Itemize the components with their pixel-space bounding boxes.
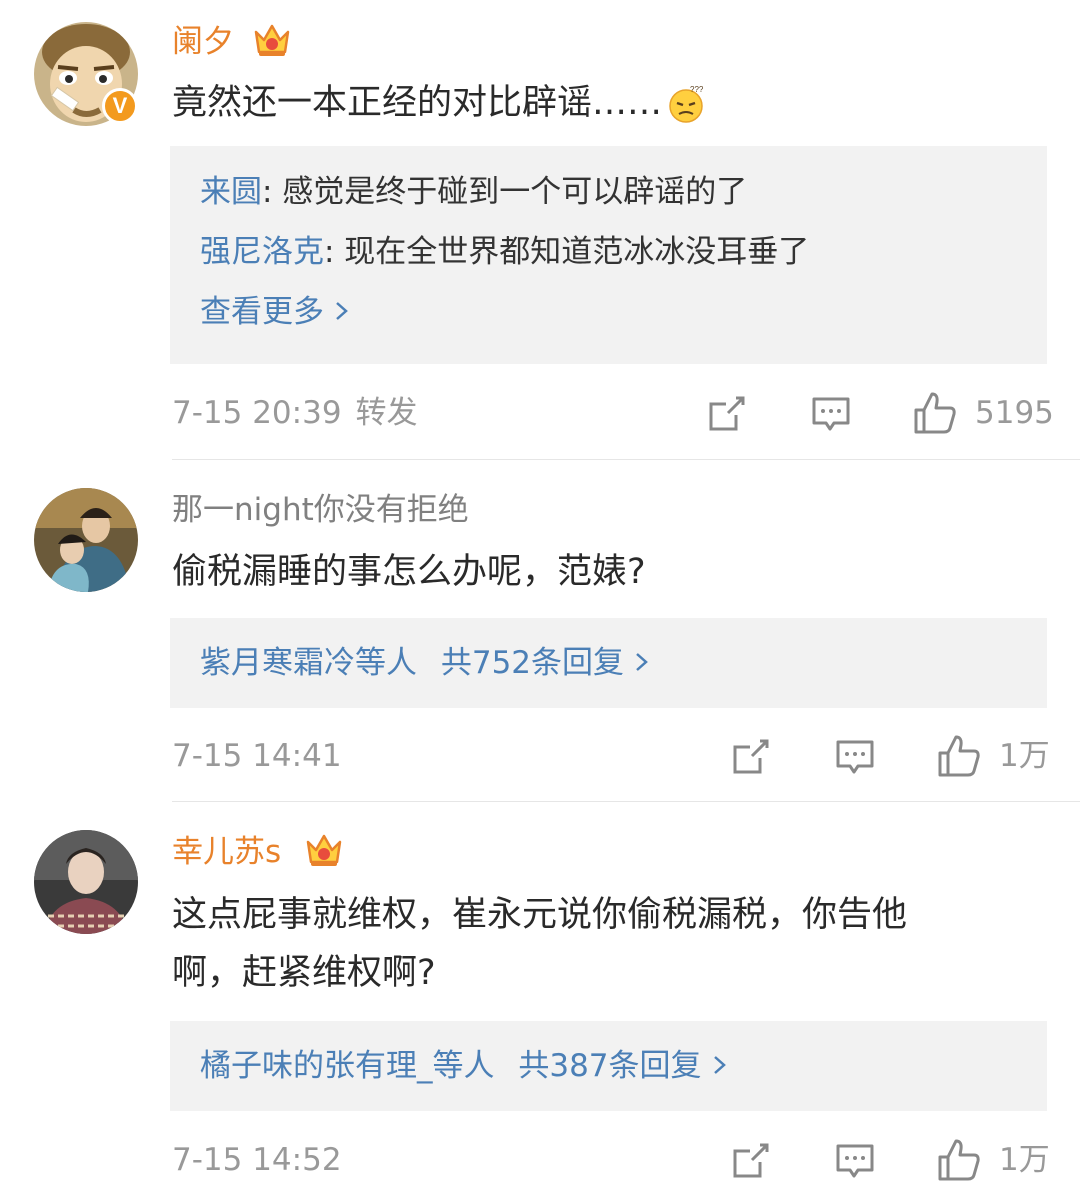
reply-summary[interactable]: 橘子味的张有理_等人 共387条回复 <box>200 1021 1047 1111</box>
view-more-label[interactable]: 查看更多 <box>200 294 324 330</box>
share-icon[interactable] <box>706 393 748 435</box>
comment-text: 偷税漏睡的事怎么办呢，范婊? <box>172 552 646 592</box>
share-icon[interactable] <box>730 736 772 778</box>
like-icon[interactable] <box>936 733 982 779</box>
timestamp: 7-15 20:39 <box>172 395 342 431</box>
reply-count[interactable]: 共752条回复 <box>441 645 624 681</box>
comment-text: 竟然还一本正经的对比辟谣…… ??? <box>172 74 1032 132</box>
comment-meta: 7-15 14:52 <box>172 1140 342 1180</box>
reply-preview[interactable]: 来圆: 感觉是终于碰到一个可以辟谣的了 强尼洛克: 现在全世界都知道范冰冰没耳垂… <box>170 146 1047 364</box>
reply-text: : 感觉是终于碰到一个可以辟谣的了 <box>262 174 748 210</box>
reply-username[interactable]: 来圆 <box>200 174 262 210</box>
like-count: 1万 <box>999 1142 1050 1178</box>
reply-username[interactable]: 强尼洛克 <box>200 234 324 270</box>
comment-item: V 阑夕 竟然还一本正经的对比辟谣…… ??? 来圆: 感觉是终于碰到一个可以辟… <box>0 0 1080 460</box>
comment-item: 那一night你没有拒绝 偷税漏睡的事怎么办呢，范婊? 紫月寒霜冷等人 共752… <box>0 460 1080 802</box>
comment-icon[interactable] <box>810 393 852 435</box>
avatar[interactable] <box>34 488 138 592</box>
like-icon[interactable] <box>912 390 958 436</box>
chevron-right-icon <box>713 1056 726 1074</box>
chevron-right-icon <box>636 653 648 671</box>
reply-text: : 现在全世界都知道范冰冰没耳垂了 <box>324 234 810 270</box>
username[interactable]: 阑夕 <box>172 22 234 62</box>
vip-crown-icon[interactable] <box>304 832 344 868</box>
reply-item[interactable]: 来圆: 感觉是终于碰到一个可以辟谣的了 <box>200 162 1047 222</box>
comment-text-content: 竟然还一本正经的对比辟谣…… <box>172 83 663 123</box>
reply-count[interactable]: 共387条回复 <box>518 1048 701 1084</box>
like-icon[interactable] <box>936 1137 982 1183</box>
svg-text:???: ??? <box>690 85 704 94</box>
reply-participants[interactable]: 紫月寒霜冷等人 <box>200 645 417 681</box>
comment-icon[interactable] <box>834 736 876 778</box>
avatar[interactable] <box>34 830 138 934</box>
like-count: 5195 <box>975 395 1054 431</box>
comment-text: 这点屁事就维权，崔永元说你偷税漏税，你告他 啊，赶紧维权啊? <box>172 886 1032 1002</box>
reply-preview[interactable]: 橘子味的张有理_等人 共387条回复 <box>170 1021 1047 1111</box>
timestamp: 7-15 14:52 <box>172 1142 342 1178</box>
vip-crown-icon[interactable] <box>252 22 292 58</box>
share-icon[interactable] <box>730 1140 772 1182</box>
view-more-link[interactable]: 查看更多 <box>200 282 1047 342</box>
chevron-right-icon <box>336 302 348 320</box>
comment-text-line: 这点屁事就维权，崔永元说你偷税漏税，你告他 <box>172 895 908 935</box>
like-count: 1万 <box>999 738 1050 774</box>
reply-preview[interactable]: 紫月寒霜冷等人 共752条回复 <box>170 618 1047 708</box>
username[interactable]: 幸儿苏s <box>172 832 281 872</box>
comment-item: 幸儿苏s 这点屁事就维权，崔永元说你偷税漏税，你告他 啊，赶紧维权啊? 橘子味的… <box>0 802 1080 1192</box>
timestamp: 7-15 14:41 <box>172 738 342 774</box>
thinking-emoji-icon: ??? <box>669 85 704 123</box>
comment-meta: 7-15 14:41 <box>172 736 342 776</box>
reply-item[interactable]: 强尼洛克: 现在全世界都知道范冰冰没耳垂了 <box>200 222 1047 282</box>
username[interactable]: 那一night你没有拒绝 <box>172 490 469 530</box>
verified-badge: V <box>102 88 138 124</box>
repost-label[interactable]: 转发 <box>356 395 418 431</box>
comment-text-line: 啊，赶紧维权啊? <box>172 953 436 993</box>
comment-icon[interactable] <box>834 1140 876 1182</box>
reply-participants[interactable]: 橘子味的张有理_等人 <box>200 1048 495 1084</box>
reply-summary[interactable]: 紫月寒霜冷等人 共752条回复 <box>200 618 1047 708</box>
comment-meta: 7-15 20:39 转发 <box>172 393 418 433</box>
